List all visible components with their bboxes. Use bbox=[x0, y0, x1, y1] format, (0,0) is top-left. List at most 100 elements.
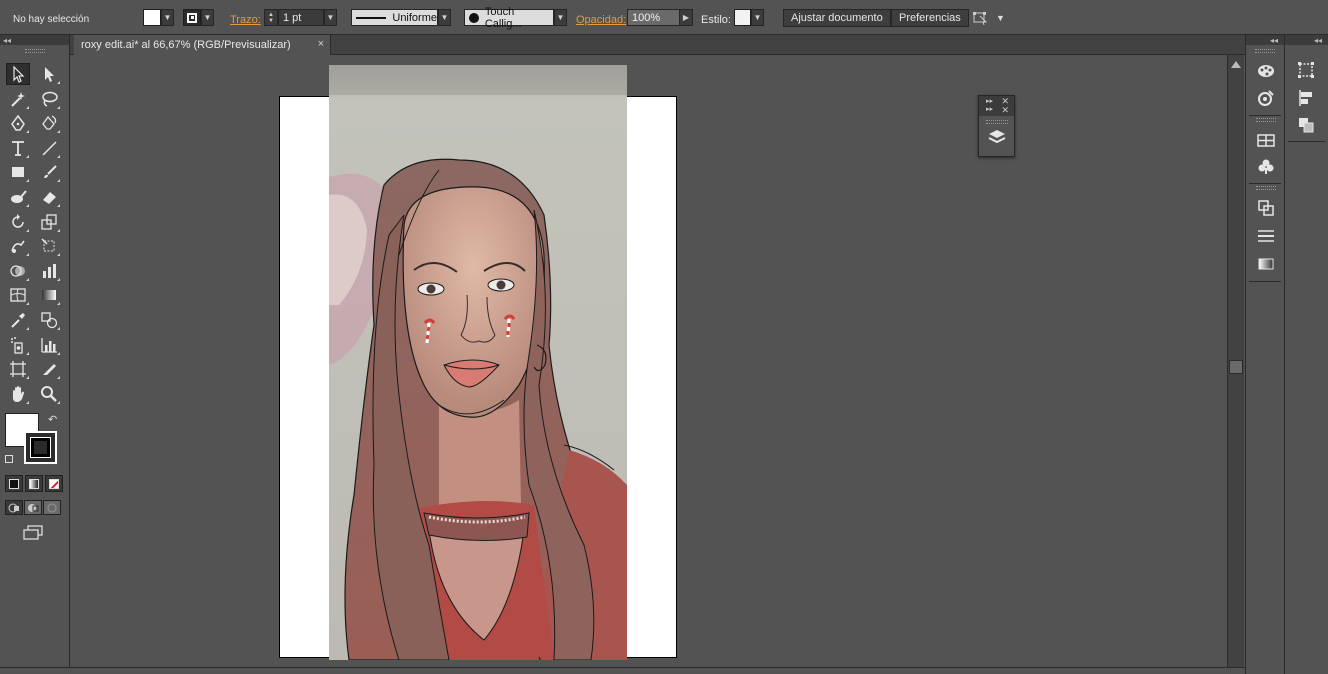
draw-normal-icon[interactable] bbox=[5, 500, 23, 515]
stroke-weight-control[interactable]: ▲ ▼ 1 pt ▼ bbox=[264, 8, 337, 27]
fill-stroke-swatches[interactable]: ↶ bbox=[4, 413, 64, 464]
curvature-icon[interactable] bbox=[37, 112, 61, 134]
stroke-weight-input[interactable]: 1 pt bbox=[278, 9, 324, 26]
opacity-label[interactable]: Opacidad: bbox=[576, 10, 626, 29]
close-icon[interactable]: ✕ bbox=[1001, 105, 1009, 116]
graphic-style-control[interactable]: ▼ bbox=[734, 8, 764, 27]
symbols-icon[interactable] bbox=[1254, 156, 1278, 178]
swap-icon[interactable]: ↶ bbox=[48, 413, 57, 426]
brush-definition[interactable]: Touch Callig... ▼ bbox=[464, 6, 567, 30]
blend-icon[interactable] bbox=[37, 309, 61, 331]
screen-mode-icon[interactable] bbox=[22, 525, 44, 541]
scroll-thumb[interactable] bbox=[1229, 360, 1243, 374]
draw-inside-icon[interactable] bbox=[43, 500, 61, 515]
align-icon[interactable] bbox=[1294, 87, 1318, 109]
floating-panel-header[interactable]: ▸▸ ✕ ▸▸ ✕ bbox=[979, 96, 1014, 116]
warp-icon[interactable] bbox=[6, 235, 30, 257]
stroke-label[interactable]: Trazo: bbox=[230, 10, 261, 29]
rotate-icon[interactable] bbox=[6, 211, 30, 233]
preferences-button[interactable]: Preferencias bbox=[891, 8, 969, 27]
direct-selection-icon[interactable] bbox=[37, 63, 61, 85]
chevron-down-icon[interactable]: ▼ bbox=[324, 9, 337, 26]
arrange-documents-control[interactable]: ▼ bbox=[972, 8, 1005, 27]
document-tab[interactable]: roxy edit.ai* al 66,67% (RGB/Previsualiz… bbox=[74, 35, 331, 55]
selection-icon[interactable] bbox=[6, 63, 30, 85]
graph-icon[interactable] bbox=[37, 260, 61, 282]
chevron-down-icon[interactable]: ▼ bbox=[751, 9, 764, 26]
magic-wand-icon[interactable] bbox=[6, 88, 30, 110]
blob-brush-icon[interactable] bbox=[6, 186, 30, 208]
fill-swatch[interactable] bbox=[143, 9, 161, 26]
fill-swatch-control[interactable]: ▼ bbox=[143, 8, 174, 27]
opacity-input[interactable]: 100% bbox=[627, 9, 680, 26]
pen-icon[interactable] bbox=[6, 112, 30, 134]
arrange-icon[interactable] bbox=[972, 10, 990, 26]
eyedropper-icon[interactable] bbox=[6, 309, 30, 331]
close-icon[interactable]: × bbox=[318, 38, 324, 50]
swatches-icon[interactable] bbox=[1254, 129, 1278, 151]
dock-header[interactable]: ◂◂ bbox=[1246, 35, 1284, 45]
expand-icon[interactable]: ▸▸ bbox=[986, 105, 993, 113]
mesh-icon[interactable] bbox=[6, 284, 30, 306]
opacity-control[interactable]: 100% ▶ bbox=[627, 8, 693, 27]
chevron-down-icon[interactable]: ▼ bbox=[161, 9, 174, 26]
gradient-icon[interactable] bbox=[37, 284, 61, 306]
gradient-mode-icon[interactable] bbox=[25, 475, 43, 492]
chevron-down-icon[interactable]: ▼ bbox=[201, 9, 214, 26]
artboard-icon[interactable] bbox=[6, 358, 30, 380]
stroke-swatch-control[interactable]: ▼ bbox=[183, 8, 214, 27]
variable-width-profile[interactable]: Uniforme ▼ bbox=[351, 8, 451, 27]
none-mode-icon[interactable] bbox=[45, 475, 63, 492]
symbol-sprayer-icon[interactable] bbox=[6, 334, 30, 356]
canvas-area[interactable]: ▸▸ ✕ ▸▸ ✕ bbox=[71, 55, 1227, 667]
scroll-up-icon[interactable] bbox=[1231, 61, 1241, 68]
pathfinder-icon[interactable] bbox=[1254, 197, 1278, 219]
chevron-down-icon[interactable]: ▼ bbox=[554, 9, 567, 26]
dock-header[interactable]: ◂◂ bbox=[1285, 35, 1328, 45]
color-theme-icon[interactable] bbox=[1254, 87, 1278, 109]
adjust-document-button[interactable]: Ajustar documento bbox=[783, 8, 891, 27]
transform-icon[interactable] bbox=[1294, 59, 1318, 81]
lasso-icon[interactable] bbox=[37, 88, 61, 110]
chevron-down-icon[interactable]: ▼ bbox=[438, 9, 451, 26]
free-transform-icon[interactable] bbox=[37, 235, 61, 257]
line-icon[interactable] bbox=[37, 137, 61, 159]
grip-icon[interactable] bbox=[24, 49, 45, 53]
collapse-icon[interactable]: ◂◂ bbox=[1314, 36, 1322, 45]
slice-icon[interactable] bbox=[37, 358, 61, 380]
stepper-icon[interactable]: ▲ ▼ bbox=[264, 9, 278, 26]
default-colors-icon[interactable] bbox=[5, 455, 13, 463]
gradient-panel-icon[interactable] bbox=[1254, 253, 1278, 275]
rectangle-icon[interactable] bbox=[6, 161, 30, 183]
grip-icon[interactable] bbox=[1256, 118, 1276, 122]
column-graph-icon[interactable] bbox=[37, 334, 61, 356]
tools-panel-header[interactable]: ◂◂ bbox=[0, 35, 69, 45]
type-icon[interactable] bbox=[6, 137, 30, 159]
color-guide-icon[interactable] bbox=[1254, 59, 1278, 81]
eraser-icon[interactable] bbox=[37, 186, 61, 208]
scale-icon[interactable] bbox=[37, 211, 61, 233]
pathfinder-unite-icon[interactable] bbox=[1294, 114, 1318, 136]
grip-icon[interactable] bbox=[1256, 186, 1276, 190]
collapse-icon[interactable]: ◂◂ bbox=[1270, 36, 1278, 45]
stroke-swatch[interactable] bbox=[24, 431, 57, 464]
style-swatch[interactable] bbox=[734, 9, 751, 26]
shape-builder-icon[interactable] bbox=[6, 260, 30, 282]
hand-icon[interactable] bbox=[6, 383, 30, 405]
zoom-icon[interactable] bbox=[37, 383, 61, 405]
adjust-document-button-wrap[interactable]: Ajustar documento bbox=[783, 8, 891, 27]
preferences-button-wrap[interactable]: Preferencias bbox=[891, 8, 969, 27]
expand-icon[interactable]: ▸▸ bbox=[986, 97, 993, 105]
brush-select[interactable]: Touch Callig... bbox=[464, 6, 554, 30]
profile-select[interactable]: Uniforme bbox=[351, 9, 438, 26]
collapse-icon[interactable]: ◂◂ bbox=[3, 36, 11, 45]
vertical-scrollbar[interactable] bbox=[1227, 55, 1244, 667]
stroke-swatch[interactable] bbox=[183, 9, 201, 26]
paintbrush-icon[interactable] bbox=[37, 161, 61, 183]
color-mode-icon[interactable] bbox=[5, 475, 23, 492]
layers-icon[interactable] bbox=[979, 129, 1014, 145]
placed-image-portrait[interactable] bbox=[329, 65, 627, 660]
draw-behind-icon[interactable] bbox=[24, 500, 42, 515]
grip-icon[interactable] bbox=[1255, 49, 1275, 53]
grip-icon[interactable] bbox=[985, 120, 1008, 124]
